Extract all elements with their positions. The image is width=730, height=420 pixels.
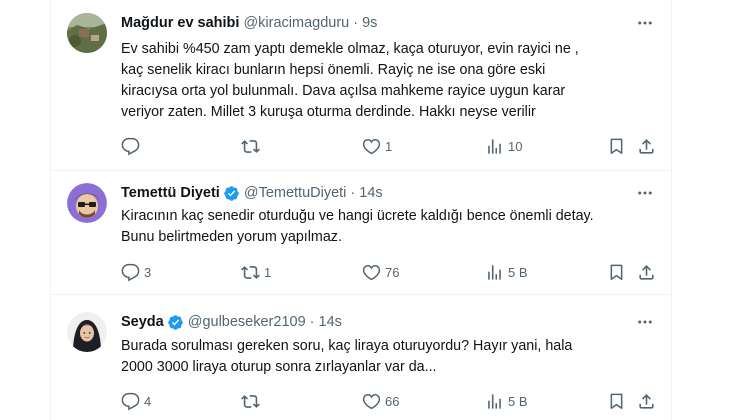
bookmark-icon	[607, 137, 626, 156]
tweet-text-line: Kiracının kaç senedir oturduğu ve hangi …	[121, 208, 594, 224]
reply-count: 3	[144, 264, 152, 280]
retweet-count: 1	[264, 264, 272, 280]
views-icon	[485, 137, 504, 156]
retweet-icon	[241, 137, 260, 156]
views-count: 5 B	[508, 264, 528, 280]
bookmark-button[interactable]	[607, 391, 626, 411]
views-count: 10	[508, 138, 523, 154]
author-name[interactable]: Seyda	[121, 314, 164, 330]
tweet[interactable]: Temettü Diyeti @TemettuDiyeti · 14s Kira…	[51, 171, 671, 295]
retweet-button[interactable]: 1	[241, 262, 271, 282]
avatar[interactable]	[67, 183, 107, 223]
retweet-icon	[241, 263, 260, 282]
more-icon[interactable]	[635, 312, 655, 332]
like-count: 66	[385, 393, 400, 409]
views-count: 5 B	[508, 393, 528, 409]
separator-dot: ·	[353, 15, 359, 31]
views-button[interactable]: 10	[485, 136, 522, 156]
more-icon[interactable]	[635, 13, 655, 33]
more-icon[interactable]	[635, 183, 655, 203]
like-count: 76	[385, 264, 400, 280]
reply-button[interactable]: 3	[121, 262, 151, 282]
tweet-text: Burada sorulması gereken soru, kaç liray…	[121, 336, 641, 378]
timestamp[interactable]: 14s	[359, 185, 382, 201]
share-button[interactable]	[637, 262, 656, 282]
views-icon	[485, 263, 504, 282]
verified-badge-icon	[167, 314, 184, 331]
like-count: 1	[385, 138, 393, 154]
avatar[interactable]	[67, 13, 107, 53]
tweet-text-line: Burada sorulması gereken soru, kaç liray…	[121, 338, 573, 354]
reply-icon	[121, 137, 140, 156]
bookmark-button[interactable]	[607, 136, 626, 156]
tweet-actions: 4 66 5 B	[51, 391, 671, 411]
tweet-text-line: 2000 3000 liraya oturup sonra zırlayanla…	[121, 359, 437, 375]
share-icon	[637, 263, 656, 282]
bookmark-icon	[607, 263, 626, 282]
reply-count: 4	[144, 393, 152, 409]
like-button[interactable]: 66	[362, 391, 399, 411]
like-icon	[362, 263, 381, 282]
share-button[interactable]	[637, 391, 656, 411]
like-icon	[362, 392, 381, 411]
author-handle[interactable]: @TemettuDiyeti	[244, 185, 347, 201]
tweet-text-line: veriyor zaten. Millet 3 kuruşa oturma de…	[121, 104, 536, 120]
share-icon	[637, 137, 656, 156]
tweet-text-line: Ev sahibi %450 zam yaptı demekle olmaz, …	[121, 41, 579, 57]
reply-button[interactable]: 4	[121, 391, 151, 411]
author-name[interactable]: Temettü Diyeti	[121, 185, 220, 201]
retweet-button[interactable]	[241, 391, 264, 411]
separator-dot: ·	[350, 185, 356, 201]
bookmark-icon	[607, 392, 626, 411]
retweet-button[interactable]	[241, 136, 264, 156]
timestamp[interactable]: 9s	[362, 15, 377, 31]
tweet-text: Kiracının kaç senedir oturduğu ve hangi …	[121, 206, 641, 248]
share-icon	[637, 392, 656, 411]
views-icon	[485, 392, 504, 411]
tweet-text: Ev sahibi %450 zam yaptı demekle olmaz, …	[121, 39, 641, 123]
tweet-text-line: Bunu belirtmeden yorum yapılmaz.	[121, 229, 342, 245]
avatar[interactable]	[67, 312, 107, 352]
bookmark-button[interactable]	[607, 262, 626, 282]
reply-icon	[121, 263, 140, 282]
share-button[interactable]	[637, 136, 656, 156]
tweet-actions: 3 1 76 5 B	[51, 262, 671, 282]
tweet-text-line: kiracıysa orta yol bulunmalı. Dava açıls…	[121, 83, 566, 99]
views-button[interactable]: 5 B	[485, 262, 528, 282]
timeline: Mağdur ev sahibi @kiracimagduru · 9s Ev …	[50, 0, 672, 420]
author-name[interactable]: Mağdur ev sahibi	[121, 15, 239, 31]
retweet-icon	[241, 392, 260, 411]
verified-badge-icon	[223, 185, 240, 202]
separator-dot: ·	[309, 314, 315, 330]
tweet[interactable]: Mağdur ev sahibi @kiracimagduru · 9s Ev …	[51, 0, 671, 171]
like-button[interactable]: 1	[362, 136, 392, 156]
tweet-actions: 1 10	[51, 136, 671, 156]
like-icon	[362, 137, 381, 156]
author-handle[interactable]: @gulbeseker2109	[188, 314, 306, 330]
tweet-text-line: kaç senelik kiracı bunların hepsi önemli…	[121, 62, 546, 78]
views-button[interactable]: 5 B	[485, 391, 528, 411]
tweet[interactable]: Seyda @gulbeseker2109 · 14s Burada sorul…	[51, 295, 671, 420]
like-button[interactable]: 76	[362, 262, 399, 282]
timestamp[interactable]: 14s	[319, 314, 342, 330]
reply-button[interactable]	[121, 136, 144, 156]
reply-icon	[121, 392, 140, 411]
author-handle[interactable]: @kiracimagduru	[243, 15, 349, 31]
